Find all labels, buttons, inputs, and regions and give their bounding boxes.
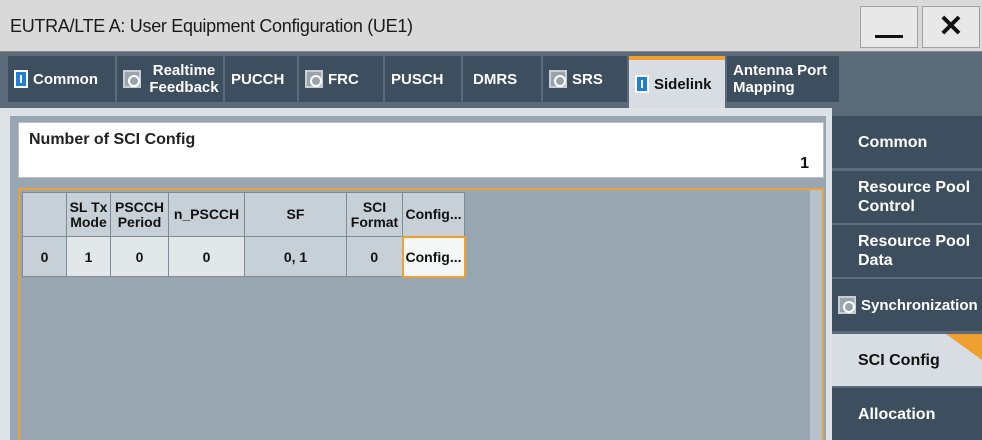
state-on-icon bbox=[635, 75, 649, 93]
column-header: Config... bbox=[402, 192, 465, 237]
tab-sidelink[interactable]: Sidelink bbox=[629, 56, 725, 108]
tab-label: Sidelink bbox=[654, 75, 712, 93]
tab-srs[interactable]: SRS bbox=[543, 56, 627, 102]
tab-frc[interactable]: FRC bbox=[299, 56, 383, 102]
sidebar-item-synchronization[interactable]: Synchronization bbox=[832, 279, 982, 331]
table-header-row: SL Tx Mode PSCCH Period n_PSCCH SF SCI F… bbox=[22, 192, 465, 237]
tab-common[interactable]: Common bbox=[8, 56, 115, 102]
column-header: SCI Format bbox=[346, 192, 403, 237]
column-header bbox=[22, 192, 67, 237]
number-of-sci-config-field[interactable]: Number of SCI Config 1 bbox=[18, 122, 824, 178]
tab-antenna-port-mapping[interactable]: Antenna Port Mapping bbox=[727, 56, 839, 102]
tab-label: Common bbox=[33, 70, 98, 88]
column-header: SL Tx Mode bbox=[66, 192, 111, 237]
n-pscch-cell[interactable]: 0 bbox=[168, 236, 245, 277]
tab-label: Realtime Feedback bbox=[149, 62, 219, 96]
active-indicator-icon bbox=[946, 334, 982, 360]
close-icon: ✕ bbox=[938, 10, 964, 43]
sl-tx-mode-cell[interactable]: 1 bbox=[66, 236, 111, 277]
tab-bar: Common Realtime Feedback PUCCH FRC PUSCH… bbox=[0, 52, 982, 108]
state-off-icon bbox=[838, 296, 856, 314]
sidebar-item-label: Common bbox=[858, 133, 928, 151]
tab-label: DMRS bbox=[473, 70, 518, 88]
pscch-period-cell[interactable]: 0 bbox=[110, 236, 169, 277]
sidebar-item-resource-pool-data[interactable]: Resource Pool Data bbox=[832, 225, 982, 277]
config-table: SL Tx Mode PSCCH Period n_PSCCH SF SCI F… bbox=[22, 192, 466, 278]
vertical-scrollbar[interactable] bbox=[810, 190, 822, 440]
title-bar: EUTRA/LTE A: User Equipment Configuratio… bbox=[0, 0, 982, 52]
state-off-icon bbox=[123, 70, 141, 88]
column-header: PSCCH Period bbox=[110, 192, 169, 237]
config-button[interactable]: Config... bbox=[401, 235, 466, 278]
sidebar-item-label: Allocation bbox=[858, 405, 936, 423]
tab-dmrs[interactable]: DMRS bbox=[463, 56, 541, 102]
state-off-icon bbox=[305, 70, 323, 88]
state-on-icon bbox=[14, 70, 28, 88]
tab-realtime-feedback[interactable]: Realtime Feedback bbox=[117, 56, 223, 102]
sidebar-item-label: Synchronization bbox=[861, 296, 978, 314]
main-panel: Number of SCI Config 1 SL Tx Mode PSCCH … bbox=[0, 108, 832, 440]
sidebar-item-allocation[interactable]: Allocation bbox=[832, 388, 982, 440]
close-button[interactable]: ✕ bbox=[922, 6, 980, 48]
sidebar-item-label: Resource Pool Data bbox=[858, 233, 971, 269]
column-header: SF bbox=[244, 192, 347, 237]
minimize-icon bbox=[875, 34, 903, 38]
table-row: 0 1 0 0 0, 1 0 Config... bbox=[22, 235, 466, 278]
sci-format-cell: 0 bbox=[346, 236, 403, 277]
minimize-button[interactable] bbox=[860, 6, 918, 48]
state-off-icon bbox=[549, 70, 567, 88]
sf-cell: 0, 1 bbox=[244, 236, 347, 277]
column-header: n_PSCCH bbox=[168, 192, 245, 237]
sidebar: Common Resource Pool Control Resource Po… bbox=[832, 108, 982, 440]
tab-label: Antenna Port Mapping bbox=[733, 62, 828, 96]
sidebar-item-label: Resource Pool Control bbox=[858, 179, 971, 215]
sidebar-item-label: SCI Config bbox=[858, 351, 940, 369]
field-value: 1 bbox=[800, 155, 809, 172]
tab-pucch[interactable]: PUCCH bbox=[225, 56, 297, 102]
sidebar-item-common[interactable]: Common bbox=[832, 116, 982, 168]
sidebar-item-resource-pool-control[interactable]: Resource Pool Control bbox=[832, 171, 982, 223]
window-title: EUTRA/LTE A: User Equipment Configuratio… bbox=[10, 16, 413, 36]
tab-pusch[interactable]: PUSCH bbox=[385, 56, 461, 102]
sidebar-item-sci-config[interactable]: SCI Config bbox=[832, 334, 982, 386]
tab-label: SRS bbox=[572, 70, 603, 88]
content-area: Number of SCI Config 1 SL Tx Mode PSCCH … bbox=[10, 116, 826, 440]
field-label: Number of SCI Config bbox=[29, 131, 196, 148]
tab-label: FRC bbox=[328, 70, 359, 88]
tab-label: PUSCH bbox=[391, 70, 444, 88]
row-index-cell: 0 bbox=[22, 236, 67, 277]
tab-label: PUCCH bbox=[231, 70, 285, 88]
sci-config-table: SL Tx Mode PSCCH Period n_PSCCH SF SCI F… bbox=[18, 188, 824, 440]
